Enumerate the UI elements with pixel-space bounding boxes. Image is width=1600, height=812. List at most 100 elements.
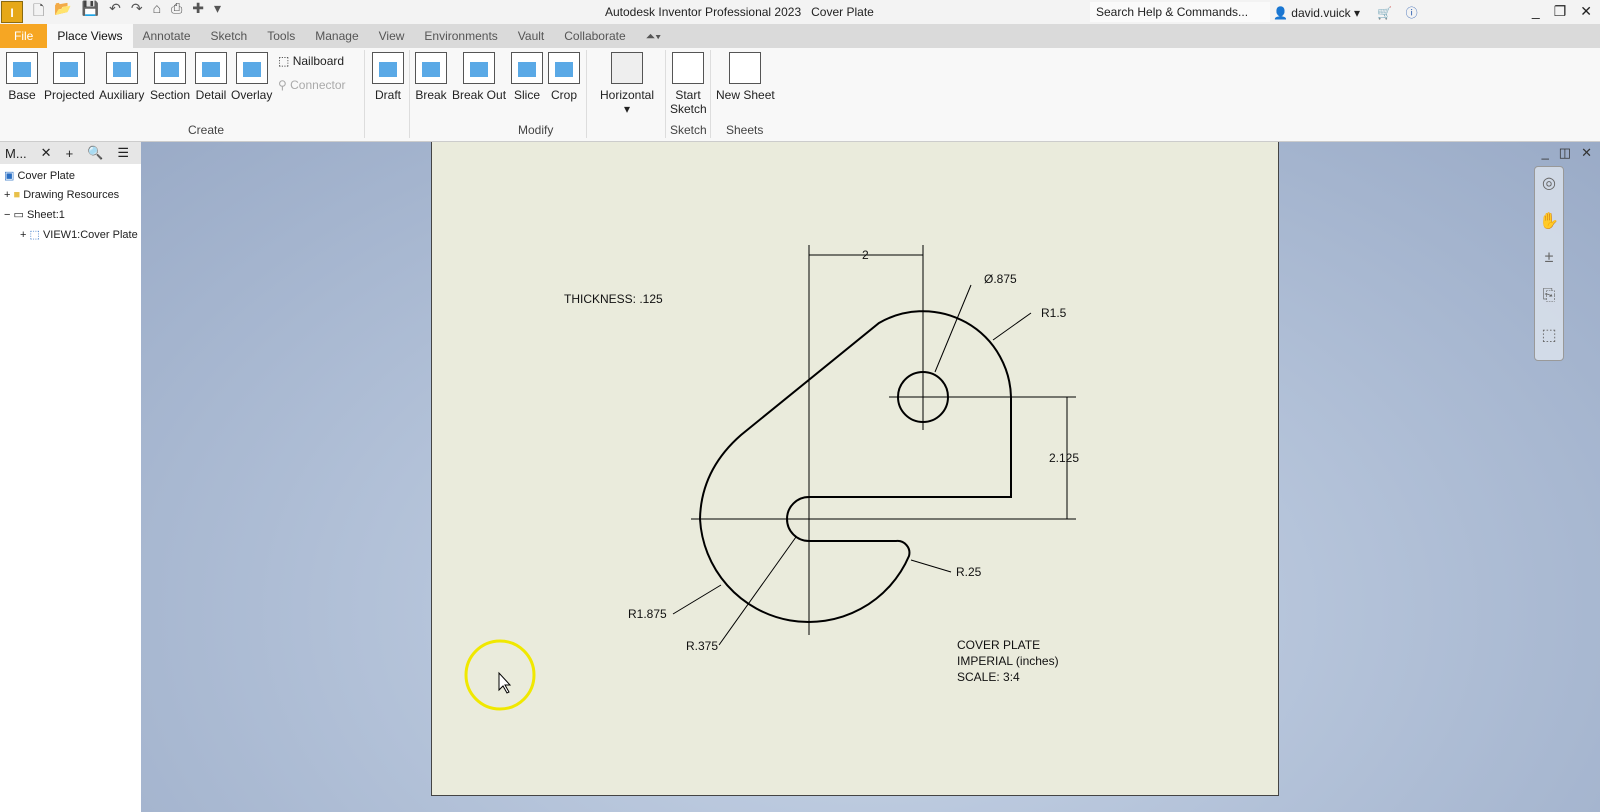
home-icon[interactable]: ⌂ xyxy=(153,0,161,24)
open-icon[interactable]: 📂 xyxy=(54,0,71,24)
new-sheet-icon xyxy=(729,52,762,84)
close-icon[interactable]: ✕ xyxy=(1581,145,1592,161)
redo-icon[interactable]: ↷ xyxy=(131,0,143,24)
folder-icon: ■ xyxy=(13,189,21,201)
overlay-button[interactable]: Overlay xyxy=(231,52,272,102)
auxiliary-button[interactable]: Auxiliary xyxy=(99,52,144,102)
label: Break xyxy=(415,88,447,102)
panel-toggle-icon[interactable]: ⏶▾ xyxy=(636,24,671,48)
projected-button[interactable]: Projected xyxy=(44,52,95,102)
zoom-icon[interactable]: ± xyxy=(1535,249,1563,281)
detail-icon xyxy=(195,52,227,84)
tab-place-views[interactable]: Place Views xyxy=(47,24,133,48)
search-help-input[interactable]: Search Help & Commands... xyxy=(1090,2,1270,22)
title-bar: I 🗋 📂 💾 ↶ ↷ ⌂ ⎙ ✚ ▾ Autodesk Inventor Profession… xyxy=(0,0,1600,24)
dim-r-25: R.25 xyxy=(956,565,982,579)
save-icon[interactable]: 💾 xyxy=(82,0,99,24)
label: Cover Plate xyxy=(17,170,75,182)
tab-tools[interactable]: Tools xyxy=(257,24,305,48)
detail-button[interactable]: Detail xyxy=(195,52,227,102)
new-sheet-button[interactable]: New Sheet xyxy=(716,52,775,102)
break-out-button[interactable]: Break Out xyxy=(452,52,506,102)
section-icon xyxy=(154,52,187,84)
tab-manage[interactable]: Manage xyxy=(305,24,368,48)
browser-tab[interactable]: M... xyxy=(5,146,27,161)
nailboard-icon: ⬚ xyxy=(278,54,290,68)
plus-icon[interactable]: ✚ xyxy=(192,0,204,24)
label: Projected xyxy=(44,88,95,102)
projected-icon xyxy=(53,52,86,84)
tab-sketch[interactable]: Sketch xyxy=(201,24,258,48)
section-button[interactable]: Section xyxy=(150,52,190,102)
draft-button[interactable]: Draft xyxy=(372,52,404,102)
help-icon[interactable]: ⓘ xyxy=(1406,6,1418,20)
thickness-note: THICKNESS: .125 xyxy=(564,292,663,306)
label: Detail xyxy=(195,88,227,102)
tab-environments[interactable]: Environments xyxy=(414,24,507,48)
model-browser: M... ✕ + 🔍 ☰ ▣ Cover Plate + ■ Drawing Resou… xyxy=(0,142,141,812)
ribbon: Base Projected Auxiliary Section Detail … xyxy=(0,48,1600,142)
restore-icon[interactable]: ❐ xyxy=(1554,3,1567,20)
graphics-window[interactable]: _ ◫ ✕ THICKNESS: .125 2 Ø.875 R1.5 2.125 R… xyxy=(141,142,1600,812)
inventor-logo[interactable]: I xyxy=(1,1,23,23)
label: Connector xyxy=(290,78,346,92)
view-icon: ⬚ xyxy=(29,229,40,241)
tree-item-drawing-resources[interactable]: + ■ Drawing Resources xyxy=(4,189,119,201)
tab-view[interactable]: View xyxy=(369,24,415,48)
base-button[interactable]: Base xyxy=(6,52,38,102)
label: Horizontal xyxy=(600,88,655,102)
label: Draft xyxy=(374,88,401,102)
tile-icon[interactable]: ◫ xyxy=(1559,145,1571,161)
divider xyxy=(665,50,666,138)
tree-item-view1[interactable]: + ⬚ VIEW1:Cover Plate xyxy=(20,228,138,241)
nailboard-button[interactable]: ⬚ Nailboard xyxy=(278,54,344,68)
search-icon[interactable]: 🔍 xyxy=(87,145,103,161)
minimize-icon[interactable]: _ xyxy=(1542,145,1549,161)
slice-button[interactable]: Slice xyxy=(511,52,543,102)
connector-button: ⚲ Connector xyxy=(278,78,346,92)
divider xyxy=(409,50,410,138)
start-sketch-button[interactable]: Start Sketch xyxy=(670,52,707,116)
dim-r1-875: R1.875 xyxy=(628,607,667,621)
dim-2-125: 2.125 xyxy=(1049,451,1079,465)
close-icon[interactable]: ✕ xyxy=(41,145,52,161)
tab-collaborate[interactable]: Collaborate xyxy=(554,24,635,48)
menu-icon[interactable]: ☰ xyxy=(117,145,129,161)
group-sheets: Sheets xyxy=(726,123,764,137)
tree-item-cover-plate[interactable]: ▣ Cover Plate xyxy=(4,169,75,182)
tab-annotate[interactable]: Annotate xyxy=(133,24,201,48)
minimize-icon[interactable]: _ xyxy=(1532,3,1540,20)
auxiliary-icon xyxy=(105,52,138,84)
zoom-all-icon[interactable]: ⎘ xyxy=(1535,287,1563,319)
centerlines-dimensions xyxy=(672,245,1076,646)
label: Overlay xyxy=(231,88,273,102)
print-icon[interactable]: ⎙ xyxy=(171,0,182,24)
dropdown-arrow-icon: ▾ xyxy=(624,102,631,116)
label: Start Sketch xyxy=(670,88,707,116)
new-icon[interactable]: 🗋 xyxy=(33,0,44,24)
cart-icon[interactable]: 🛒 xyxy=(1377,6,1392,20)
crop-button[interactable]: Crop xyxy=(548,52,580,102)
tree-item-sheet[interactable]: − ▭ Sheet:1 xyxy=(4,208,65,221)
break-out-icon xyxy=(463,52,496,84)
zoom-window-icon[interactable]: ⬚ xyxy=(1535,325,1563,357)
add-icon[interactable]: + xyxy=(66,146,74,161)
dim-diameter: Ø.875 xyxy=(984,272,1017,286)
close-icon[interactable]: ✕ xyxy=(1580,3,1592,20)
steering-wheel-icon[interactable]: ◎ xyxy=(1535,173,1563,205)
user-menu[interactable]: 👤 david.vuick ▾ 🛒 ⓘ xyxy=(1273,4,1418,21)
undo-icon[interactable]: ↶ xyxy=(109,0,121,24)
app-name: Autodesk Inventor Professional 2023 xyxy=(605,5,802,19)
title-line-2: IMPERIAL (inches) xyxy=(957,654,1059,668)
tab-file[interactable]: File xyxy=(0,24,48,48)
tab-vault[interactable]: Vault xyxy=(508,24,554,48)
ribbon-tabs: File Place Views Annotate Sketch Tools M… xyxy=(0,24,1600,48)
horizontal-button[interactable]: Horizontal ▾ xyxy=(600,52,654,116)
title-line-3: SCALE: 3:4 xyxy=(957,670,1020,684)
start-sketch-icon xyxy=(672,52,704,84)
break-icon xyxy=(415,52,447,84)
customize-icon[interactable]: ▾ xyxy=(214,0,221,24)
break-button[interactable]: Break xyxy=(415,52,447,102)
user-name: david.vuick xyxy=(1291,6,1351,20)
pan-icon[interactable]: ✋ xyxy=(1535,211,1563,243)
